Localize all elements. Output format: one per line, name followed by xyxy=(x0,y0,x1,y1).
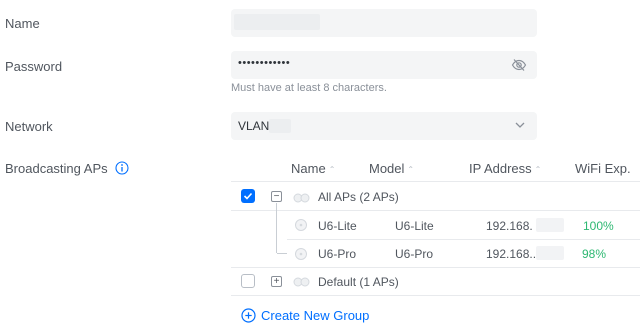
header-divider xyxy=(231,181,640,182)
password-value: •••••••••••• xyxy=(238,57,291,69)
ap-device-icon xyxy=(294,247,308,266)
ap-group-icon xyxy=(293,275,311,293)
name-input[interactable] xyxy=(231,9,537,37)
password-label: Password xyxy=(5,59,63,74)
divider xyxy=(231,267,640,268)
password-hint: Must have at least 8 characters. xyxy=(231,82,387,94)
create-new-group-label: Create New Group xyxy=(261,308,370,323)
redacted-name xyxy=(234,14,320,30)
redacted-ip xyxy=(536,246,564,260)
eye-slash-icon[interactable] xyxy=(511,57,527,78)
divider xyxy=(231,295,640,296)
info-icon[interactable] xyxy=(115,161,129,178)
plus-circle-icon xyxy=(241,308,256,323)
group-default-checkbox[interactable] xyxy=(241,274,255,288)
wifi-experience: 100% xyxy=(583,219,614,233)
group-all-checkbox[interactable] xyxy=(241,189,255,203)
col-header-model[interactable]: Model ⌃ xyxy=(369,161,414,176)
redacted-vlan xyxy=(269,119,291,133)
expand-icon[interactable]: + xyxy=(271,276,282,287)
group-default-label: Default (1 APs) xyxy=(318,275,399,289)
col-header-wifi[interactable]: WiFi Exp. xyxy=(575,161,631,176)
col-header-ip[interactable]: IP Address ⌃ xyxy=(469,161,541,176)
create-new-group-button[interactable]: Create New Group xyxy=(241,308,369,323)
ap-name: U6-Pro xyxy=(318,247,357,261)
name-label: Name xyxy=(5,16,40,31)
table-row[interactable]: U6-Lite U6-Lite 192.168. 100% xyxy=(231,211,640,239)
ap-group-icon xyxy=(293,191,311,209)
password-input[interactable]: •••••••••••• xyxy=(231,51,537,79)
wifi-experience: 98% xyxy=(582,247,607,261)
table-row[interactable]: U6-Pro U6-Pro 192.168.. 98% xyxy=(231,240,640,268)
chevron-down-icon xyxy=(514,118,526,137)
network-value: VLAN xyxy=(238,119,270,133)
redacted-ip xyxy=(536,218,564,232)
col-header-name[interactable]: Name ⌃ xyxy=(291,161,335,176)
ap-ip: 192.168. xyxy=(486,219,533,233)
ap-model: U6-Lite xyxy=(395,219,434,233)
collapse-icon[interactable]: − xyxy=(271,191,282,202)
ap-model: U6-Pro xyxy=(395,247,434,261)
network-select[interactable]: VLAN xyxy=(231,112,537,140)
ap-ip: 192.168.. xyxy=(486,247,537,261)
ap-device-icon xyxy=(294,218,308,237)
broadcasting-label-text: Broadcasting APs xyxy=(5,161,108,176)
broadcasting-label: Broadcasting APs xyxy=(5,161,129,178)
group-all-label: All APs (2 APs) xyxy=(318,190,399,204)
network-label: Network xyxy=(5,119,53,134)
ap-name: U6-Lite xyxy=(318,219,357,233)
